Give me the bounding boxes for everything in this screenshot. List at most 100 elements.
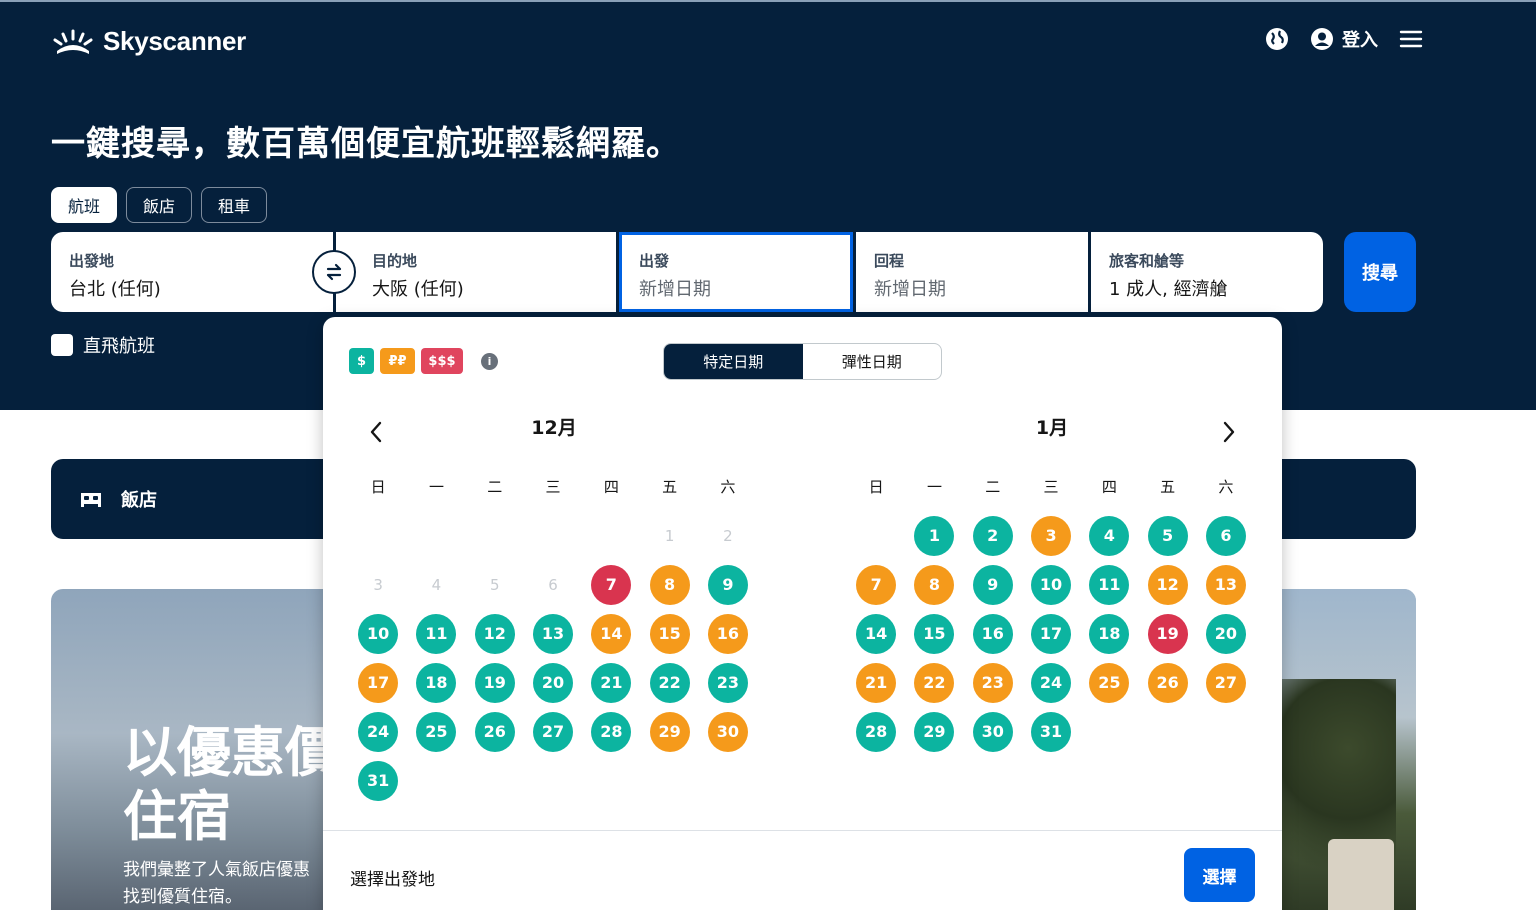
day-number: 26: [474, 711, 515, 752]
day-cell-low-price[interactable]: 31: [349, 756, 407, 805]
day-cell-low-price[interactable]: 22: [640, 658, 698, 707]
day-cell-low-price[interactable]: 27: [524, 707, 582, 756]
direct-flights-option[interactable]: 直飛航班: [51, 332, 155, 358]
day-cell-low-price[interactable]: 24: [349, 707, 407, 756]
day-cell-low-price[interactable]: 6: [1197, 511, 1255, 560]
day-cell-low-price[interactable]: 17: [1022, 609, 1080, 658]
day-number: 5: [1147, 515, 1188, 556]
globe-icon[interactable]: [1264, 26, 1290, 52]
direct-flights-label: 直飛航班: [83, 336, 155, 357]
day-cell-low-price[interactable]: 26: [466, 707, 524, 756]
day-number: 4: [1089, 515, 1130, 556]
return-date-field[interactable]: 回程 新增日期: [856, 232, 1088, 312]
day-cell-low-price[interactable]: 9: [964, 560, 1022, 609]
day-cell-low-price[interactable]: 18: [407, 658, 465, 707]
day-cell-low-price[interactable]: 2: [964, 511, 1022, 560]
day-cell-low-price[interactable]: 28: [847, 707, 905, 756]
day-cell-mid-price[interactable]: 12: [1138, 560, 1196, 609]
day-number: 1: [914, 515, 955, 556]
day-cell-mid-price[interactable]: 14: [582, 609, 640, 658]
day-cell-low-price[interactable]: 29: [905, 707, 963, 756]
day-cell-high-price[interactable]: 19: [1138, 609, 1196, 658]
tab-hotels[interactable]: 飯店: [126, 187, 193, 223]
weekday-header: 日一二三四五六: [847, 476, 1257, 496]
day-number: 2: [972, 515, 1013, 556]
empty-day-cell: [582, 511, 640, 560]
destination-field[interactable]: 目的地 大阪 (任何): [336, 232, 616, 312]
login-button[interactable]: 登入: [1310, 26, 1378, 52]
day-cell-mid-price[interactable]: 8: [905, 560, 963, 609]
day-cell-mid-price[interactable]: 13: [1197, 560, 1255, 609]
day-cell-low-price[interactable]: 25: [407, 707, 465, 756]
day-cell-low-price[interactable]: 9: [699, 560, 757, 609]
day-cell-low-price[interactable]: 11: [407, 609, 465, 658]
day-cell-mid-price[interactable]: 26: [1138, 658, 1196, 707]
day-cell-low-price[interactable]: 14: [847, 609, 905, 658]
weekday-label: 六: [720, 478, 736, 496]
day-cell-mid-price[interactable]: 16: [699, 609, 757, 658]
day-cell-low-price[interactable]: 11: [1080, 560, 1138, 609]
skyscanner-logo[interactable]: Skyscanner: [51, 26, 246, 57]
day-cell-mid-price[interactable]: 3: [1022, 511, 1080, 560]
info-icon[interactable]: i: [481, 352, 498, 370]
day-cell-low-price[interactable]: 10: [1022, 560, 1080, 609]
weekday-label: 五: [662, 478, 678, 496]
day-cell-mid-price[interactable]: 22: [905, 658, 963, 707]
day-cell-low-price[interactable]: 15: [905, 609, 963, 658]
day-cell-mid-price[interactable]: 8: [640, 560, 698, 609]
tab-flights[interactable]: 航班: [51, 187, 118, 223]
day-cell-mid-price[interactable]: 7: [847, 560, 905, 609]
day-cell-mid-price[interactable]: 21: [847, 658, 905, 707]
day-cell-low-price[interactable]: 19: [466, 658, 524, 707]
day-cell-low-price[interactable]: 30: [964, 707, 1022, 756]
day-cell-mid-price[interactable]: 15: [640, 609, 698, 658]
day-cell-high-price[interactable]: 7: [582, 560, 640, 609]
travellers-cabin-field[interactable]: 旅客和艙等 1 成人, 經濟艙: [1091, 232, 1323, 312]
menu-icon[interactable]: [1398, 26, 1424, 52]
day-grid: 1 2 3 4 5 6 7 8 9 10 11 12 13 14 15 16 17 18 19 20 21 22 23 24 2…: [349, 511, 759, 805]
day-cell-low-price[interactable]: 24: [1022, 658, 1080, 707]
day-cell-low-price[interactable]: 10: [349, 609, 407, 658]
day-number: 26: [1147, 662, 1188, 703]
day-cell-disabled: 1: [640, 511, 698, 560]
day-number: 11: [1089, 564, 1130, 605]
page-headline: 一鍵搜尋，數百萬個便宜航班輕鬆網羅。: [51, 124, 681, 164]
day-cell-low-price[interactable]: 5: [1138, 511, 1196, 560]
empty-day-cell: [847, 511, 905, 560]
day-cell-low-price[interactable]: 4: [1080, 511, 1138, 560]
day-cell-low-price[interactable]: 12: [466, 609, 524, 658]
day-cell-low-price[interactable]: 28: [582, 707, 640, 756]
day-number: 13: [533, 613, 574, 654]
day-cell-low-price[interactable]: 20: [524, 658, 582, 707]
day-cell-low-price[interactable]: 18: [1080, 609, 1138, 658]
day-cell-low-price[interactable]: 20: [1197, 609, 1255, 658]
day-cell-mid-price[interactable]: 27: [1197, 658, 1255, 707]
day-cell-low-price[interactable]: 16: [964, 609, 1022, 658]
swap-locations-button[interactable]: [312, 250, 356, 294]
day-number: 10: [358, 613, 399, 654]
direct-flights-checkbox[interactable]: [51, 334, 73, 356]
day-cell-low-price[interactable]: 13: [524, 609, 582, 658]
login-label: 登入: [1342, 30, 1378, 51]
day-number: 23: [707, 662, 748, 703]
empty-day-cell: [524, 511, 582, 560]
day-cell-low-price[interactable]: 1: [905, 511, 963, 560]
search-button[interactable]: 搜尋: [1344, 232, 1416, 312]
day-cell-mid-price[interactable]: 29: [640, 707, 698, 756]
day-cell-mid-price[interactable]: 25: [1080, 658, 1138, 707]
day-cell-mid-price[interactable]: 23: [964, 658, 1022, 707]
day-cell-mid-price[interactable]: 17: [349, 658, 407, 707]
day-number: 8: [914, 564, 955, 605]
day-cell-low-price[interactable]: 23: [699, 658, 757, 707]
day-number: 7: [856, 564, 897, 605]
day-cell-low-price[interactable]: 21: [582, 658, 640, 707]
tab-car-hire[interactable]: 租車: [201, 187, 268, 223]
origin-field[interactable]: 出發地 台北 (任何): [51, 232, 356, 312]
depart-date-field[interactable]: 出發 新增日期: [619, 232, 853, 312]
day-cell-low-price[interactable]: 31: [1022, 707, 1080, 756]
tab-specific-dates[interactable]: 特定日期: [664, 344, 803, 379]
tab-flexible-dates[interactable]: 彈性日期: [803, 344, 942, 379]
select-button[interactable]: 選擇: [1184, 848, 1255, 902]
day-number: 7: [591, 564, 632, 605]
day-cell-mid-price[interactable]: 30: [699, 707, 757, 756]
